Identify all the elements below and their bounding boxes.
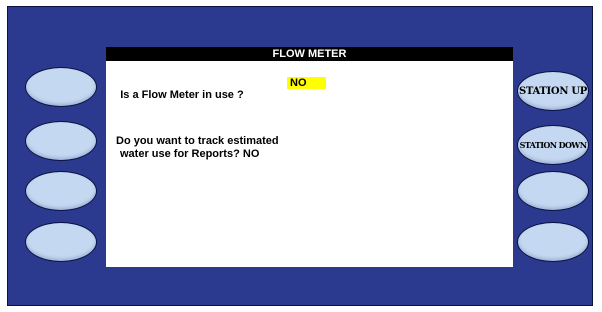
right-soft-key-3-label: [518, 172, 588, 210]
left-soft-key-3[interactable]: [25, 171, 97, 211]
flow-meter-question: Is a Flow Meter in use ?: [108, 77, 244, 113]
screen-title: FLOW METER: [106, 47, 513, 61]
flow-meter-question-label: Is a Flow Meter in use ?: [120, 89, 244, 101]
track-usage-value[interactable]: NO: [243, 148, 260, 160]
lcd-screen: FLOW METER Is a Flow Meter in use ? NO D…: [106, 47, 513, 267]
station-down-label: STATION DOWN: [519, 140, 587, 150]
left-soft-key-1[interactable]: [25, 67, 97, 107]
station-down-button[interactable]: STATION DOWN: [517, 125, 589, 165]
track-usage-question-line1: Do you want to track estimated: [116, 135, 279, 147]
flow-meter-value[interactable]: NO: [287, 77, 326, 89]
station-up-button[interactable]: STATION UP: [517, 71, 589, 111]
station-up-label: STATION UP: [518, 85, 588, 97]
right-soft-key-4-label: [518, 223, 588, 261]
left-soft-key-4[interactable]: [25, 222, 97, 262]
left-soft-key-2[interactable]: [25, 121, 97, 161]
track-usage-question-line2: water use for Reports? NO: [120, 148, 259, 160]
right-soft-key-3[interactable]: [517, 171, 589, 211]
track-usage-question-text: water use for Reports?: [120, 148, 240, 160]
right-soft-key-4[interactable]: [517, 222, 589, 262]
